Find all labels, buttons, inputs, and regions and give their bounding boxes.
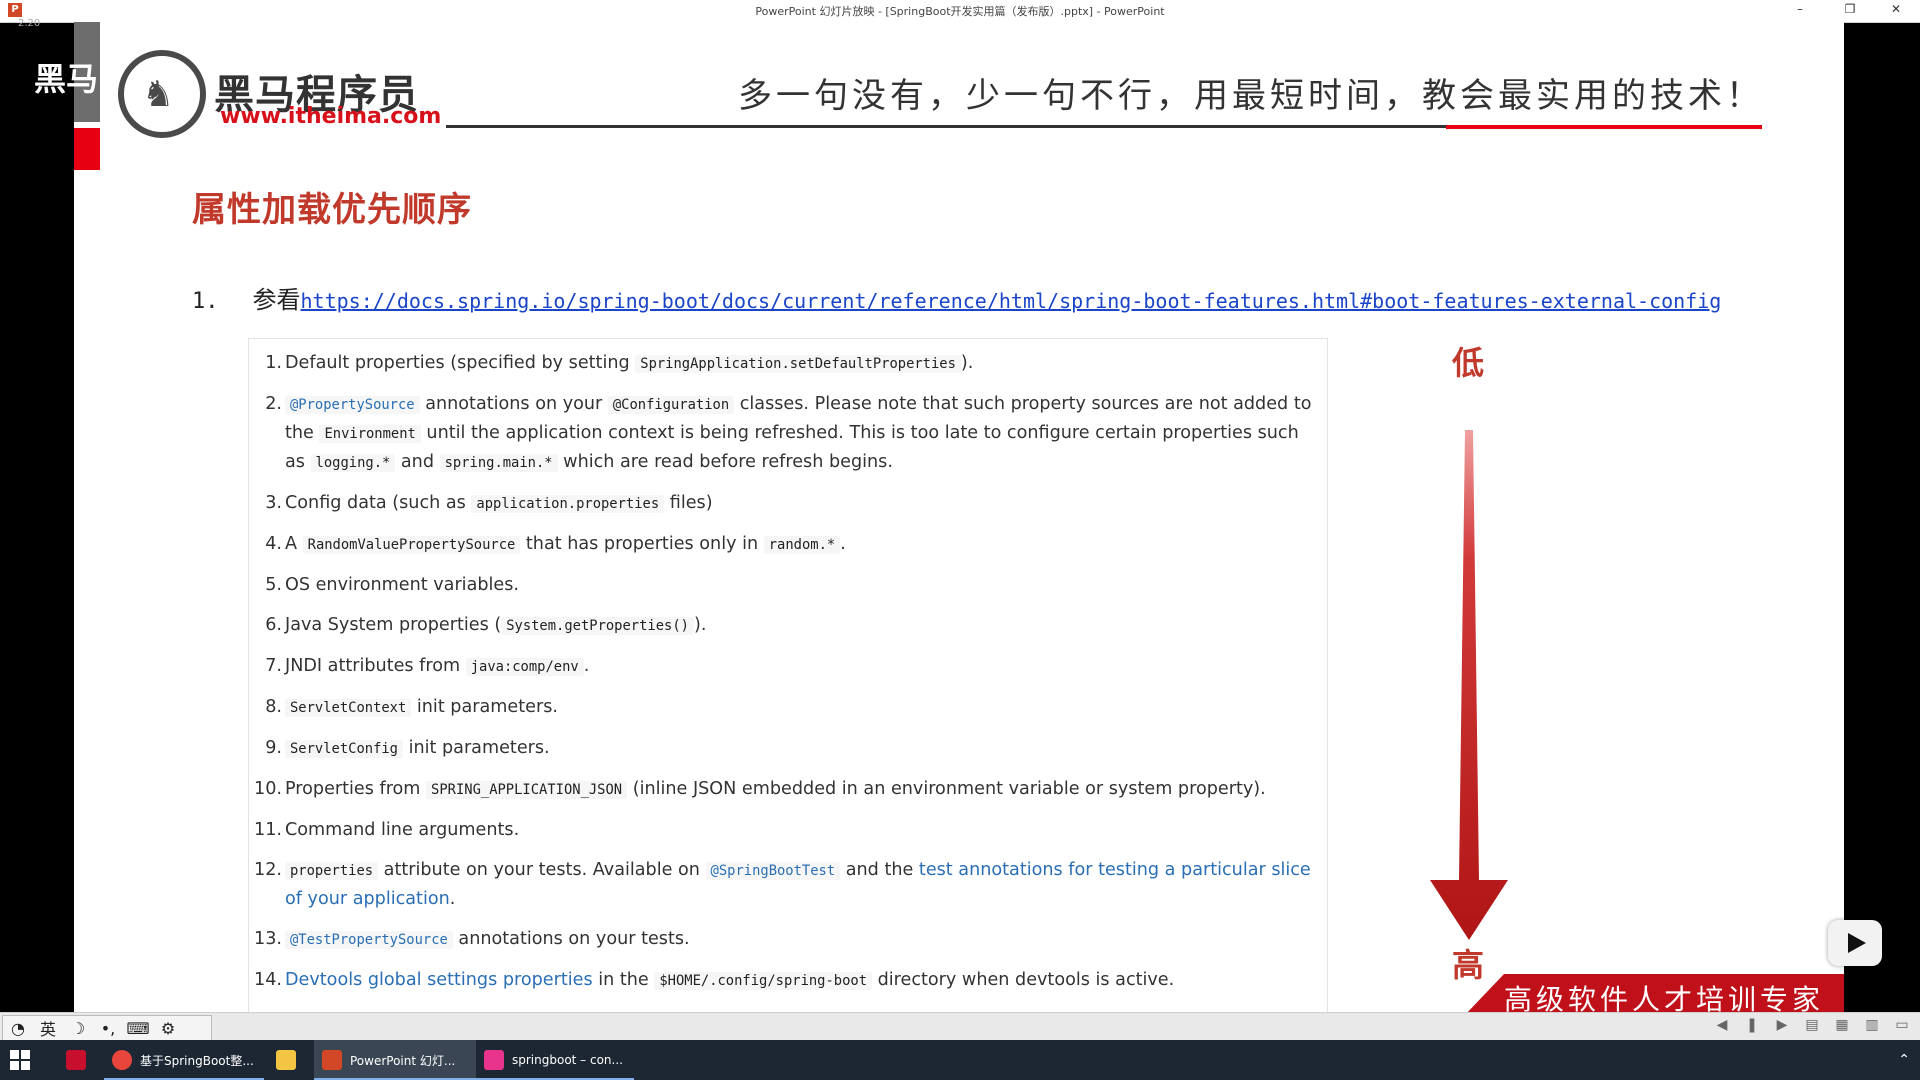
video-play-button[interactable] xyxy=(1828,920,1882,966)
devtools-settings-link[interactable]: Devtools global settings properties xyxy=(285,970,593,990)
slide-canvas: ♞ 黑马程序员 www.itheima.com 多一句没有，少一句不行，用最短时… xyxy=(74,22,1844,1012)
corner-time: 2.20 xyxy=(18,18,41,29)
reference-number: 1. xyxy=(192,289,219,314)
pause-icon[interactable]: ❚ xyxy=(1744,1017,1760,1033)
list-item: 4. A RandomValuePropertySource that has p… xyxy=(265,534,846,554)
slide-slogan: 多一句没有，少一句不行，用最短时间，教会最实用的技术！ xyxy=(738,76,1764,116)
window-title: PowerPoint 幻灯片放映 - [SpringBoot开发实用篇（发布版）… xyxy=(755,5,1165,18)
next-slide-icon[interactable]: ▶ xyxy=(1774,1017,1790,1033)
taskbar-powerpoint[interactable]: PowerPoint 幻灯... xyxy=(314,1040,476,1080)
ime-toolbar: ◔ 英 ☽ •, ⌨ ⚙ xyxy=(2,1015,212,1041)
list-item: 9. ServletConfig init parameters. xyxy=(265,738,550,758)
ime-halfwidth-icon[interactable]: ☽ xyxy=(63,1019,93,1038)
list-item: 3. Config data (such as application.prope… xyxy=(265,493,713,513)
header-rule-accent xyxy=(1446,125,1762,129)
slide-heading: 属性加载优先顺序 xyxy=(192,190,472,230)
list-item: 14. Devtools global settings properties i… xyxy=(254,970,1175,990)
priority-high-label: 高 xyxy=(1452,946,1485,984)
list-item: 1. Default properties (specified by setti… xyxy=(265,353,974,373)
list-item: 8. ServletContext init parameters. xyxy=(265,697,558,717)
list-item: 12. properties attribute on your tests. A… xyxy=(254,860,1311,909)
list-item: 10. Properties from SPRING_APPLICATION_JS… xyxy=(254,779,1266,799)
taskbar-file-explorer[interactable] xyxy=(266,1040,306,1080)
restore-button[interactable]: ❐ xyxy=(1830,2,1870,20)
intellij-icon xyxy=(484,1050,504,1070)
list-item: 6. Java System properties (System.getProp… xyxy=(265,615,707,635)
taskbar-intellij[interactable]: springboot – con... xyxy=(476,1040,634,1080)
previous-slide-icon[interactable]: ◀ xyxy=(1714,1017,1730,1033)
taskbar-chrome[interactable]: 基于SpringBoot整... xyxy=(104,1040,264,1080)
reference-line: 1. 参看https://docs.spring.io/spring-boot/d… xyxy=(192,280,1721,315)
horse-icon: ♞ xyxy=(142,74,175,115)
normal-view-icon[interactable]: ▤ xyxy=(1804,1017,1820,1033)
list-item: 5. OS environment variables. xyxy=(265,575,519,595)
powerpoint-icon xyxy=(322,1050,342,1070)
docs-screenshot: 1. Default properties (specified by setti… xyxy=(248,338,1328,1012)
ime-punctuation-icon[interactable]: •, xyxy=(93,1019,123,1038)
itheima-logo-icon: ♞ xyxy=(118,50,206,138)
app-tile-icon xyxy=(66,1050,86,1070)
ime-language-toggle[interactable]: 英 xyxy=(33,1016,63,1040)
close-button[interactable]: ✕ xyxy=(1876,2,1916,20)
list-item: 13. @TestPropertySource annotations on yo… xyxy=(254,929,690,949)
sorter-view-icon[interactable]: ▦ xyxy=(1834,1017,1850,1033)
window-title-bar: P PowerPoint 幻灯片放映 - [SpringBoot开发实用篇（发布… xyxy=(0,0,1920,23)
watermark-logo-text: 黑马 xyxy=(34,60,99,98)
ime-settings-icon[interactable]: ⚙ xyxy=(153,1019,183,1038)
list-item: 11. Command line arguments. xyxy=(254,820,520,840)
ime-keyboard-icon[interactable]: ⌨ xyxy=(123,1019,153,1038)
windows-start-icon[interactable] xyxy=(10,1050,30,1070)
tray-chevron-icon[interactable]: ⌃ xyxy=(1898,1052,1910,1068)
taskbar-app-icon[interactable] xyxy=(56,1040,96,1080)
priority-arrow-icon xyxy=(1430,430,1508,940)
minimize-button[interactable]: – xyxy=(1780,2,1820,20)
property-order-list: 1. Default properties (specified by setti… xyxy=(249,339,1327,995)
list-item: 7. JNDI attributes from java:comp/env. xyxy=(265,656,590,676)
reading-view-icon[interactable]: ▥ xyxy=(1864,1017,1880,1033)
left-red-bar xyxy=(74,128,100,170)
list-item: 2. @PropertySource annotations on your @C… xyxy=(265,394,1312,472)
chrome-icon xyxy=(112,1050,132,1070)
slideshow-toolbar: ◔ 英 ☽ •, ⌨ ⚙ ◀ ❚ ▶ ▤ ▦ ▥ ▭ xyxy=(0,1012,1920,1041)
logo-url: www.itheima.com xyxy=(220,104,442,129)
play-icon xyxy=(1848,933,1866,953)
slideshow-controls: ◀ ❚ ▶ ▤ ▦ ▥ ▭ xyxy=(1714,1017,1910,1033)
ime-logo-icon[interactable]: ◔ xyxy=(3,1019,33,1038)
footer-slogan: 高级软件人才培训专家 xyxy=(1503,983,1824,1012)
reference-lead: 参看 xyxy=(252,286,301,314)
priority-low-label: 低 xyxy=(1452,344,1485,382)
windows-taskbar: 基于SpringBoot整... PowerPoint 幻灯... spring… xyxy=(0,1040,1920,1080)
slideshow-view-icon[interactable]: ▭ xyxy=(1894,1017,1910,1033)
reference-link[interactable]: https://docs.spring.io/spring-boot/docs/… xyxy=(301,289,1722,313)
header-rule xyxy=(446,125,1446,128)
folder-icon xyxy=(276,1050,296,1070)
